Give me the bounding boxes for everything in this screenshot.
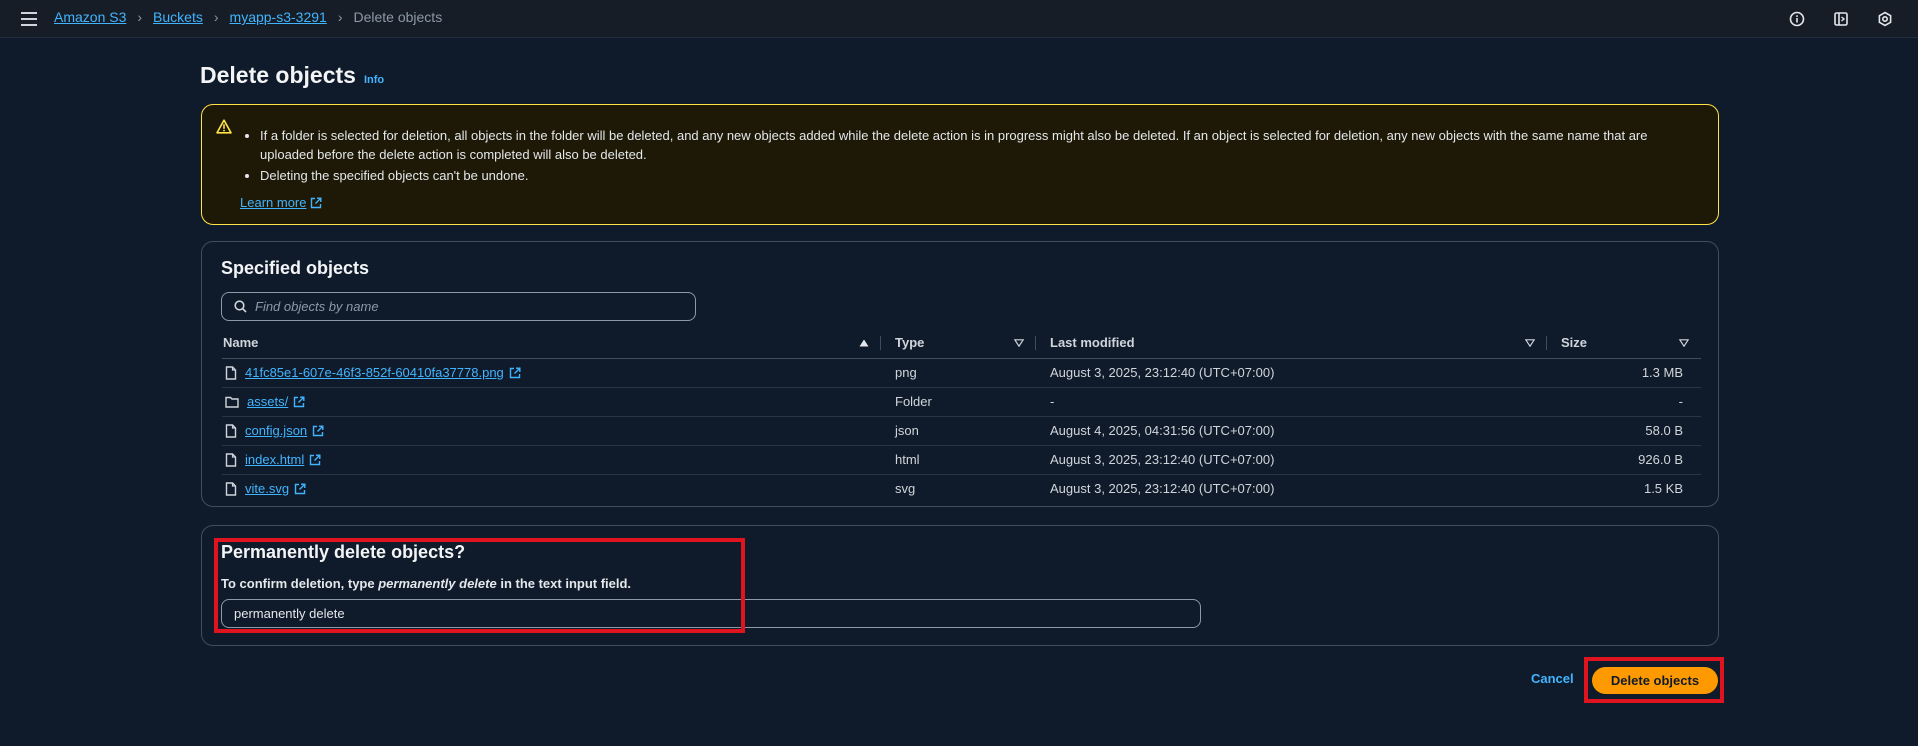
sort-icon xyxy=(1525,338,1535,347)
search-icon xyxy=(234,300,247,313)
breadcrumb-amazon-s3[interactable]: Amazon S3 xyxy=(54,9,126,25)
column-header-label: Last modified xyxy=(1050,335,1135,351)
objects-table: Name Type Last modified Size 41fc85e1-60… xyxy=(222,328,1701,503)
object-size: 58.0 B xyxy=(1547,416,1701,446)
warning-icon xyxy=(216,119,232,139)
breadcrumb: Amazon S3 › Buckets › myapp-s3-3291 › De… xyxy=(54,9,442,25)
object-name-link[interactable]: index.html xyxy=(245,452,304,467)
column-header-name[interactable]: Name xyxy=(222,328,881,359)
confirm-phrase: permanently delete xyxy=(378,576,497,591)
file-icon xyxy=(225,423,237,438)
breadcrumb-current: Delete objects xyxy=(353,9,443,25)
file-icon xyxy=(225,452,237,467)
external-link-icon[interactable] xyxy=(509,367,521,379)
object-name-link[interactable]: assets/ xyxy=(247,394,288,409)
warning-bullet: If a folder is selected for deletion, al… xyxy=(260,126,1693,164)
warning-list: If a folder is selected for deletion, al… xyxy=(243,126,1693,187)
object-name-link[interactable]: 41fc85e1-607e-46f3-852f-60410fa37778.png xyxy=(245,365,504,380)
confirm-text-input[interactable] xyxy=(221,599,1201,628)
learn-more-label: Learn more xyxy=(240,195,307,210)
object-type: html xyxy=(881,445,1036,475)
external-link-icon[interactable] xyxy=(293,396,305,408)
column-header-last-modified[interactable]: Last modified xyxy=(1036,328,1547,359)
object-last-modified: August 3, 2025, 23:12:40 (UTC+07:00) xyxy=(1050,481,1275,497)
object-name-link[interactable]: vite.svg xyxy=(245,481,289,496)
column-header-label: Size xyxy=(1561,335,1588,351)
object-last-modified: August 3, 2025, 23:12:40 (UTC+07:00) xyxy=(1036,358,1547,388)
column-header-label: Type xyxy=(895,335,925,351)
table-row: assets/ Folder - - xyxy=(222,387,1701,417)
file-icon xyxy=(225,365,237,380)
folder-icon xyxy=(225,396,239,408)
sort-icon xyxy=(1679,338,1689,347)
confirm-description: To confirm deletion, type permanently de… xyxy=(221,576,631,591)
settings-icon[interactable] xyxy=(1874,8,1896,30)
object-name-link[interactable]: config.json xyxy=(245,423,307,438)
file-icon xyxy=(225,482,237,496)
confirm-title: Permanently delete objects? xyxy=(221,542,466,562)
object-last-modified: August 4, 2025, 04:31:56 (UTC+07:00) xyxy=(1036,416,1547,446)
object-type: svg xyxy=(895,481,916,497)
external-link-icon[interactable] xyxy=(309,454,321,466)
top-icons xyxy=(1786,8,1918,30)
learn-more-link[interactable]: Learn more xyxy=(240,195,322,210)
warning-bullet: Deleting the specified objects can't be … xyxy=(260,166,1693,185)
table-row: vite.svg svg August 3, 2025, 23:12:40 (U… xyxy=(222,474,1701,503)
column-header-size[interactable]: Size xyxy=(1547,328,1701,359)
info-link[interactable]: Info xyxy=(364,74,384,86)
sort-icon xyxy=(1014,338,1024,347)
external-link-icon xyxy=(311,197,322,208)
page-title-text: Delete objects xyxy=(200,62,356,88)
object-type: png xyxy=(881,358,1036,388)
panel-toggle-icon[interactable] xyxy=(1830,8,1852,30)
table-row: config.json json August 4, 2025, 04:31:5… xyxy=(222,416,1701,446)
delete-objects-button[interactable]: Delete objects xyxy=(1592,667,1718,694)
breadcrumb-bucket[interactable]: myapp-s3-3291 xyxy=(230,9,327,25)
confirm-delete-panel: Permanently delete objects? To confirm d… xyxy=(201,525,1719,646)
sort-ascending-icon xyxy=(859,339,869,347)
object-size: 926.0 B xyxy=(1547,445,1701,475)
table-row: index.html html August 3, 2025, 23:12:40… xyxy=(222,445,1701,475)
table-row: 41fc85e1-607e-46f3-852f-60410fa37778.png… xyxy=(222,358,1701,388)
confirm-desc-prefix: To confirm deletion, type xyxy=(221,576,379,591)
object-size: 1.3 MB xyxy=(1547,358,1701,388)
external-link-icon[interactable] xyxy=(294,483,306,495)
search-input[interactable] xyxy=(255,299,675,314)
object-last-modified: August 3, 2025, 23:12:40 (UTC+07:00) xyxy=(1036,445,1547,475)
object-type: Folder xyxy=(881,387,1036,417)
specified-objects-panel: Specified objects Name Type Last modifie… xyxy=(201,241,1719,507)
breadcrumb-buckets[interactable]: Buckets xyxy=(153,9,203,25)
page-title: Delete objects Info xyxy=(200,62,384,89)
object-size: - xyxy=(1547,387,1701,417)
confirm-desc-suffix: in the text input field. xyxy=(496,576,632,591)
menu-icon[interactable] xyxy=(21,12,37,26)
search-field[interactable] xyxy=(221,292,696,321)
object-size: 1.5 KB xyxy=(1643,481,1683,497)
column-header-type[interactable]: Type xyxy=(881,328,1036,359)
external-link-icon[interactable] xyxy=(312,425,324,437)
warning-alert: If a folder is selected for deletion, al… xyxy=(201,104,1719,225)
specified-objects-title: Specified objects xyxy=(221,258,370,278)
object-type: json xyxy=(881,416,1036,446)
object-last-modified: - xyxy=(1036,387,1547,417)
info-icon[interactable] xyxy=(1786,8,1808,30)
top-navigation-bar: Amazon S3 › Buckets › myapp-s3-3291 › De… xyxy=(0,0,1918,38)
chevron-right-icon: › xyxy=(213,9,219,25)
chevron-right-icon: › xyxy=(337,9,343,25)
cancel-button[interactable]: Cancel xyxy=(1531,671,1574,686)
column-header-label: Name xyxy=(223,335,259,351)
chevron-right-icon: › xyxy=(137,9,143,25)
